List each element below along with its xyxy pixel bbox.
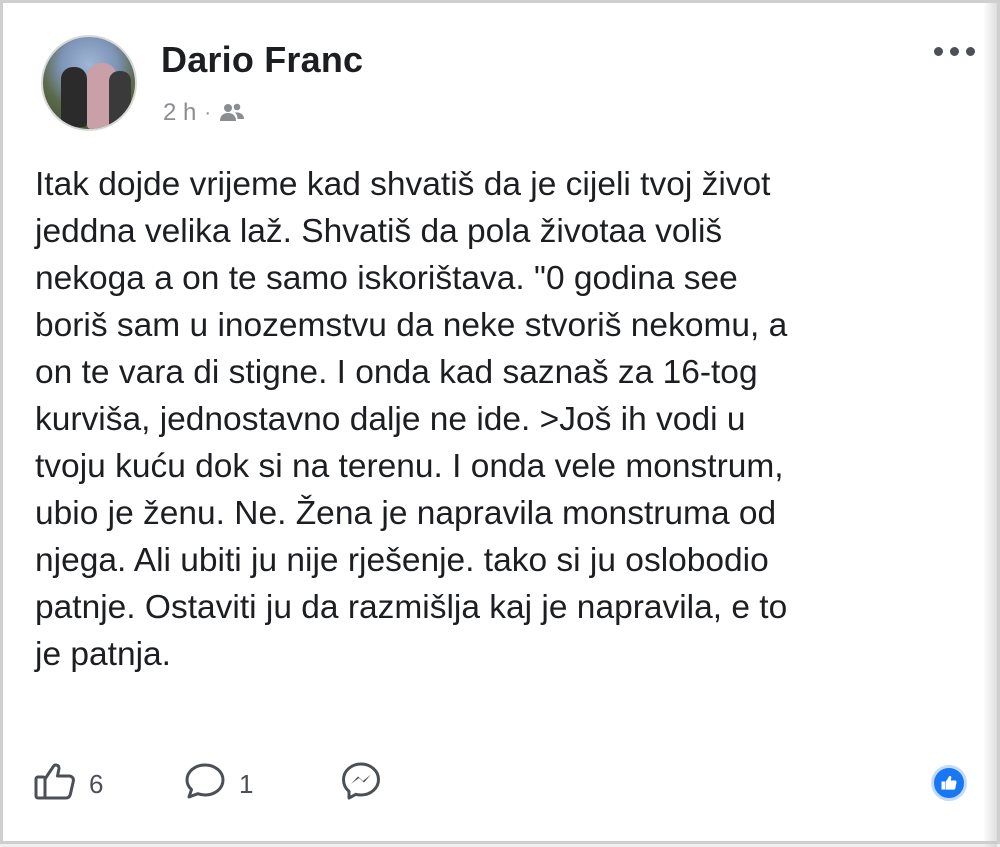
comment-button[interactable]: 1 [183,761,253,808]
avatar-figure [61,67,87,127]
screenshot-edge [983,3,997,847]
post-footer: 6 1 [31,755,981,815]
dot-icon [934,47,943,56]
messenger-icon [339,761,383,808]
like-button[interactable]: 6 [33,761,103,808]
like-reaction-icon[interactable] [931,765,967,801]
meta-separator: · [204,101,212,124]
thumbs-up-icon [33,761,77,808]
post-text: Itak dojde vrijeme kad shvatiš da je cij… [35,166,788,673]
post-header: Dario Franc 2 h · [31,29,981,139]
dot-icon [950,47,959,56]
comment-bubble-icon [183,761,227,808]
avatar[interactable] [41,35,137,131]
more-options-button[interactable] [934,47,975,56]
like-count: 6 [89,769,104,799]
avatar-figure [109,71,131,129]
comment-count: 1 [239,769,254,799]
dot-icon [966,47,975,56]
post-time[interactable]: 2 h [163,99,196,127]
messenger-share-button[interactable] [339,761,383,808]
author-name[interactable]: Dario Franc [161,39,363,81]
post-meta: 2 h · [163,99,245,127]
friends-icon[interactable] [219,102,245,124]
facebook-post: Dario Franc 2 h · Itak dojde vrijeme kad… [0,0,1000,847]
